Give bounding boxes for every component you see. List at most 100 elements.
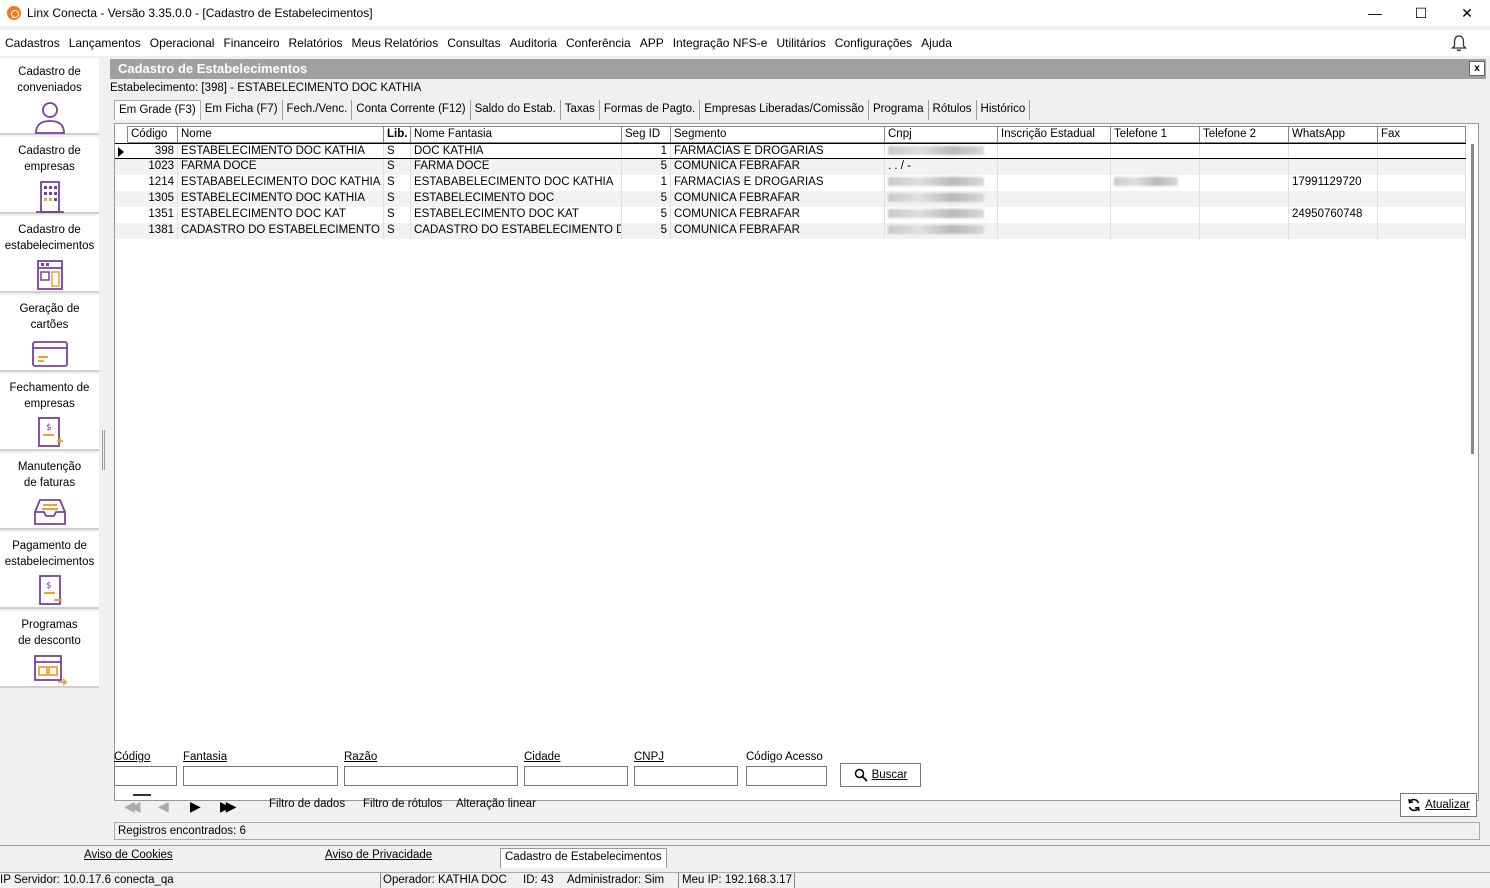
close-window-button[interactable]: ✕	[1444, 0, 1490, 26]
filter-codigo-input[interactable]	[114, 766, 177, 786]
menu-lancamentos[interactable]: Lançamentos	[64, 36, 145, 50]
col-seg-id[interactable]: Seg ID	[622, 126, 671, 143]
maximize-button[interactable]: ☐	[1398, 0, 1444, 26]
menu-configuracoes[interactable]: Configurações	[830, 36, 916, 50]
atualizar-button[interactable]: Atualizar	[1400, 793, 1477, 817]
tab-em-ficha[interactable]: Em Ficha (F7)	[201, 100, 283, 120]
tab-conta-corrente[interactable]: Conta Corrente (F12)	[352, 100, 471, 120]
tab-saldo-estab[interactable]: Saldo do Estab.	[471, 100, 561, 120]
cell-cnpj	[885, 207, 998, 223]
refresh-icon	[1408, 798, 1420, 812]
minimize-button[interactable]: —	[1352, 0, 1398, 26]
cell-cnpj	[885, 223, 998, 239]
sidebar-item-fechamento-empresas[interactable]: Fechamento de empresas $	[0, 374, 99, 451]
cell-fantasia: DOC KATHIA	[411, 144, 622, 158]
cell-cnpj	[885, 191, 998, 207]
col-segmento[interactable]: Segmento	[671, 126, 885, 143]
tab-historico[interactable]: Histórico	[977, 100, 1031, 120]
prev-record-button[interactable]: ◀	[158, 798, 169, 815]
menu-relatorios[interactable]: Relatórios	[284, 36, 347, 50]
window-tab-cadastro-estabelecimentos[interactable]: Cadastro de Estabelecimentos	[500, 848, 667, 868]
filter-codigo-acesso-input[interactable]	[746, 766, 827, 786]
cell-seg-id: 1	[622, 175, 671, 191]
menu-app[interactable]: APP	[635, 36, 668, 50]
filter-fantasia-input[interactable]	[183, 766, 338, 786]
filtro-rotulos-button[interactable]: Filtro de rótulos	[363, 798, 442, 810]
cell-cnpj	[885, 175, 998, 191]
first-record-button[interactable]: ◀◀	[124, 798, 140, 815]
filter-razao-label: Razão	[344, 751, 378, 763]
main-panel: Cadastro de Estabelecimentos x Estabelec…	[110, 59, 1486, 842]
menu-operacional[interactable]: Operacional	[145, 36, 219, 50]
menu-cadastros[interactable]: Cadastros	[0, 36, 64, 50]
filter-cidade-input[interactable]	[524, 766, 628, 786]
sidebar-item-estabelecimentos[interactable]: Cadastro de estabelecimentos	[0, 216, 99, 293]
col-inscricao-estadual[interactable]: Inscrição Estadual	[998, 126, 1111, 143]
menu-integracao-nfse[interactable]: Integração NFS-e	[668, 36, 772, 50]
menu-utilitarios[interactable]: Utilitários	[771, 36, 829, 50]
next-record-button[interactable]: ▶	[190, 798, 201, 815]
tab-empresas-liberadas[interactable]: Empresas Liberadas/Comissão	[700, 100, 870, 120]
col-nome-fantasia[interactable]: Nome Fantasia	[411, 126, 622, 143]
panel-close-button[interactable]: x	[1469, 61, 1485, 76]
col-fax[interactable]: Fax	[1378, 126, 1466, 143]
bell-icon[interactable]	[1450, 34, 1468, 52]
sidebar-item-manutencao-faturas[interactable]: Manutenção de faturas	[0, 453, 99, 530]
cell-tel1	[1111, 159, 1200, 175]
col-cnpj[interactable]: Cnpj	[885, 126, 998, 143]
tab-em-grade[interactable]: Em Grade (F3)	[114, 100, 201, 120]
tab-taxas[interactable]: Taxas	[561, 100, 600, 120]
menu-auditoria[interactable]: Auditoria	[505, 36, 561, 50]
table-row[interactable]: 1023 FARMA DOCE S FARMA DOCE 5 COMUNICA FEBRA…	[115, 159, 1468, 175]
cell-codigo: 1305	[127, 191, 178, 207]
cell-whatsapp	[1289, 223, 1378, 239]
sidebar-item-empresas[interactable]: Cadastro de empresas	[0, 137, 99, 214]
tab-rotulos[interactable]: Rótulos	[929, 100, 977, 120]
col-whatsapp[interactable]: WhatsApp	[1289, 126, 1378, 143]
last-record-button[interactable]: ▶▶	[220, 798, 236, 815]
col-telefone-1[interactable]: Telefone 1	[1111, 126, 1200, 143]
cell-nome: FARMA DOCE	[178, 159, 384, 175]
aviso-privacidade-link[interactable]: Aviso de Privacidade	[325, 849, 432, 861]
table-row[interactable]: 1351 ESTABELECIMENTO DOC KAT S ESTABELECIME…	[115, 207, 1468, 223]
cell-ie	[998, 144, 1111, 158]
tab-fech-venc[interactable]: Fech./Venc.	[283, 100, 353, 120]
table-row[interactable]: 1305 ESTABELECIMENTO DOC KATHIA S ESTABELEC…	[115, 191, 1468, 207]
filter-cnpj-input[interactable]	[634, 766, 738, 786]
filtro-dados-button[interactable]: Filtro de dados	[269, 798, 345, 810]
tab-formas-pagto[interactable]: Formas de Pagto.	[600, 100, 701, 120]
table-row[interactable]: 398 ESTABELECIMENTO DOC KATHIA S DOC KATHIA…	[115, 143, 1468, 159]
aviso-cookies-link[interactable]: Aviso de Cookies	[84, 849, 173, 861]
cell-segmento: COMUNICA FEBRAFAR	[671, 223, 885, 239]
cell-fax	[1378, 191, 1466, 207]
alteracao-linear-button[interactable]: Alteração linear	[456, 798, 536, 810]
col-nome[interactable]: Nome	[178, 126, 384, 143]
cell-codigo: 398	[127, 144, 178, 158]
menu-financeiro[interactable]: Financeiro	[218, 36, 283, 50]
cell-nome: ESTABELECIMENTO DOC KATHIA	[178, 191, 384, 207]
sidebar-splitter[interactable]	[102, 430, 105, 470]
sidebar-item-geracao-cartoes[interactable]: Geração de cartões	[0, 295, 99, 372]
svg-text:$: $	[46, 423, 52, 433]
table-row[interactable]: 1214 ESTABABELECIMENTO DOC KATHIA S ESTABAB…	[115, 175, 1468, 191]
menu-conferencia[interactable]: Conferência	[561, 36, 635, 50]
filter-razao-input[interactable]	[344, 766, 518, 786]
tab-programa[interactable]: Programa	[869, 100, 929, 120]
cell-ie	[998, 191, 1111, 207]
table-row[interactable]: 1381 CADASTRO DO ESTABELECIMENTO DO S CADAS…	[115, 223, 1468, 239]
cell-fantasia: ESTABELECIMENTO DOC	[411, 191, 622, 207]
col-lib[interactable]: Lib.	[384, 126, 411, 143]
cell-tel1	[1111, 175, 1200, 191]
buscar-button[interactable]: Buscar	[840, 763, 921, 787]
col-telefone-2[interactable]: Telefone 2	[1200, 126, 1289, 143]
menu-consultas[interactable]: Consultas	[442, 36, 504, 50]
sidebar-item-programas-desconto[interactable]: Programas de desconto	[0, 611, 99, 688]
menu-ajuda[interactable]: Ajuda	[916, 36, 956, 50]
cell-lib: S	[384, 207, 411, 223]
payment-icon: $	[38, 575, 62, 605]
vertical-scrollbar[interactable]	[1466, 142, 1478, 782]
sidebar-item-conveniados[interactable]: Cadastro de conveniados	[0, 58, 99, 135]
col-codigo[interactable]: Código	[127, 126, 178, 143]
menu-meus-relatorios[interactable]: Meus Relatórios	[347, 36, 443, 50]
sidebar-item-pagamento-estabelecimentos[interactable]: Pagamento de estabelecimentos $	[0, 532, 99, 609]
